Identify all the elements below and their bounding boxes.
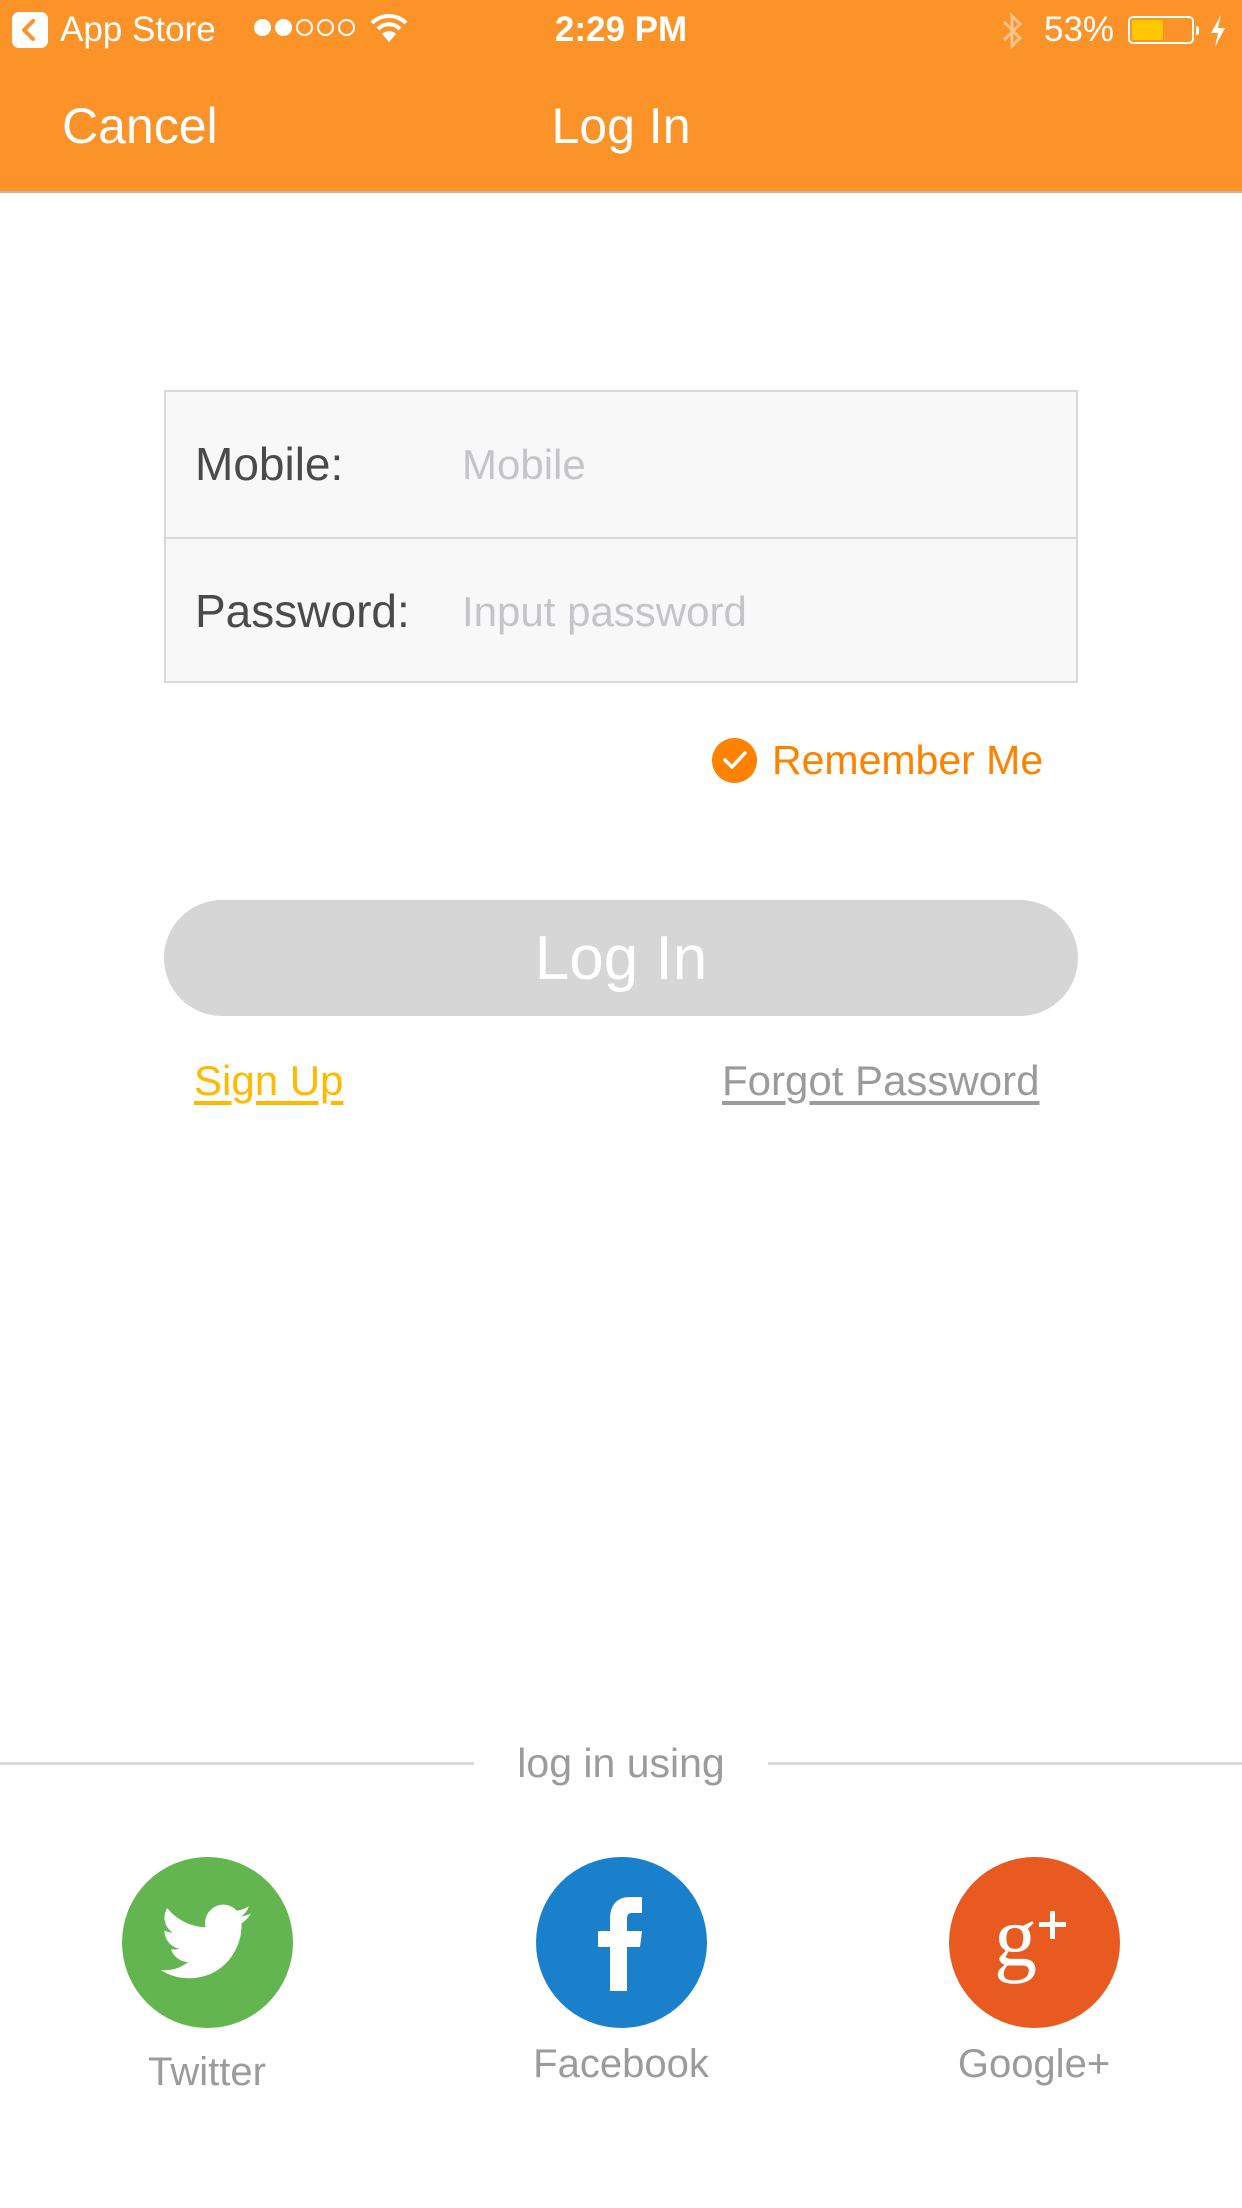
login-button[interactable]: Log In [164,900,1078,1016]
mobile-input[interactable] [460,432,1054,498]
bluetooth-icon [1000,10,1024,57]
twitter-label: Twitter [148,2050,266,2094]
twitter-login-button[interactable]: Twitter [87,1857,327,2095]
remember-me-label: Remember Me [772,736,1044,783]
battery-nub [1196,26,1199,35]
charging-bolt-icon [1209,14,1227,53]
facebook-label: Facebook [533,2042,709,2086]
app-header: App Store 2:29 PM 53% Cancel Log In [0,0,1242,193]
password-input[interactable] [460,579,1054,645]
login-form: Mobile: Password: [164,390,1078,683]
mobile-label: Mobile: [195,438,344,490]
facebook-f-icon[interactable] [535,1857,707,2028]
battery-level-fill [1132,20,1163,40]
remember-me-checkbox[interactable]: Remember Me [712,736,1043,784]
google-plus-login-button[interactable]: g Google+ [914,1857,1154,2087]
google-plus-label: Google+ [957,2042,1111,2086]
checkmark-circle-icon[interactable] [712,737,757,783]
google-plus-icon[interactable]: g [948,1857,1120,2028]
facebook-login-button[interactable]: Facebook [501,1857,741,2087]
password-row: Password: [166,537,1076,684]
social-login-heading: log in using [517,1740,725,1786]
password-label: Password: [195,585,410,637]
twitter-bird-icon[interactable] [121,1857,293,2028]
page-title: Log In [551,98,691,154]
mobile-row: Mobile: [166,392,1076,537]
battery-percent: 53% [1044,10,1115,49]
battery-icon [1128,16,1194,44]
status-bar: App Store 2:29 PM 53% [0,0,1242,60]
sign-up-link[interactable]: Sign Up [194,1057,343,1105]
svg-text:g: g [994,1893,1037,1984]
forgot-password-link[interactable]: Forgot Password [722,1057,1039,1105]
